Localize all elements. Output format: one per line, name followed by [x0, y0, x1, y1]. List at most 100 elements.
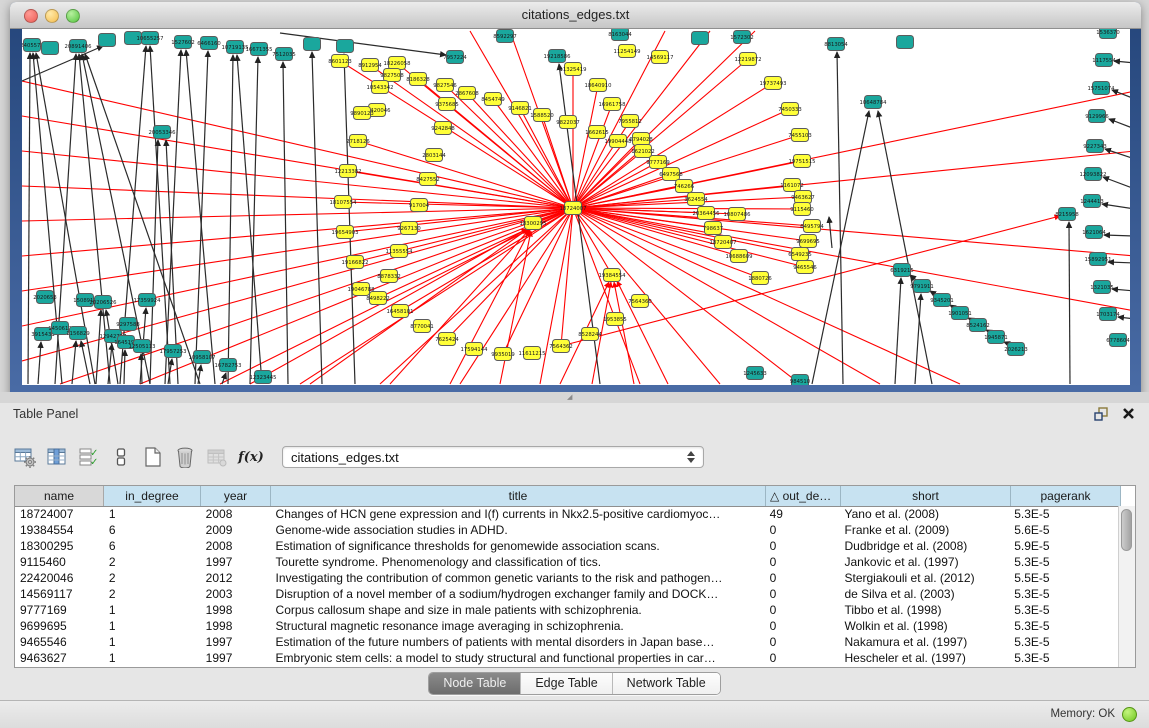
- graph-node[interactable]: 1321035: [1090, 281, 1114, 294]
- graph-node[interactable]: 1953855: [603, 313, 627, 326]
- close-panel-icon[interactable]: [1122, 407, 1135, 420]
- graph-edge[interactable]: [344, 54, 355, 384]
- table-cell[interactable]: Hescheler et al. (1997): [840, 651, 1010, 665]
- table-cell[interactable]: 5.9E-5: [1009, 539, 1119, 553]
- graph-node[interactable]: 3624554: [684, 193, 708, 206]
- graph-edge[interactable]: [1112, 289, 1130, 291]
- graph-node[interactable]: 12213382: [335, 165, 362, 178]
- merge-tables-icon[interactable]: [106, 442, 136, 472]
- graph-node[interactable]: 1161072: [780, 179, 804, 192]
- graph-node[interactable]: [897, 36, 914, 49]
- table-cell[interactable]: 6: [104, 539, 201, 553]
- graph-node[interactable]: 9827546: [433, 79, 457, 92]
- graph-node[interactable]: 1901051: [948, 307, 972, 320]
- graph-node[interactable]: 8524162: [966, 319, 990, 332]
- table-cell[interactable]: 0: [765, 587, 840, 601]
- column-header-out_de[interactable]: △ out_de…: [766, 486, 841, 506]
- table-cell[interactable]: Genome-wide association studies in ADHD.: [271, 523, 765, 537]
- graph-node[interactable]: [99, 34, 116, 47]
- graph-node[interactable]: 9375685: [435, 98, 459, 111]
- graph-node[interactable]: 9463627: [791, 191, 815, 204]
- graph-node[interactable]: 9465546: [793, 261, 817, 274]
- graph-node[interactable]: 7564360: [628, 295, 652, 308]
- graph-edge[interactable]: [1102, 204, 1130, 209]
- float-panel-icon[interactable]: [1094, 407, 1109, 421]
- graph-node[interactable]: 8592297: [493, 30, 517, 43]
- graph-node[interactable]: 16961758: [599, 98, 627, 111]
- graph-node[interactable]: 17359924: [134, 294, 162, 307]
- graph-node[interactable]: 1588520: [530, 109, 554, 122]
- graph-node[interactable]: 2026213: [1004, 343, 1028, 356]
- column-header-short[interactable]: short: [841, 486, 1011, 506]
- graph-edge[interactable]: [22, 208, 573, 221]
- graph-node[interactable]: [692, 32, 709, 45]
- table-cell[interactable]: Jankovic et al. (1997): [840, 555, 1010, 569]
- table-cell[interactable]: 5.5E-5: [1009, 571, 1119, 585]
- table-cell[interactable]: 5.3E-5: [1009, 587, 1119, 601]
- table-selector-dropdown[interactable]: citations_edges.txt: [282, 446, 704, 468]
- graph-edge[interactable]: [573, 208, 880, 384]
- window-titlebar[interactable]: citations_edges.txt: [10, 2, 1141, 29]
- graph-node[interactable]: 7957224: [443, 51, 467, 64]
- select-rows-icon[interactable]: ✓ ✓: [74, 442, 104, 472]
- table-cell[interactable]: 0: [765, 619, 840, 633]
- table-cell[interactable]: 1998: [201, 603, 271, 617]
- graph-node[interactable]: 10719135: [222, 41, 249, 54]
- table-cell[interactable]: Embryonic stem cells: a model to study s…: [271, 651, 765, 665]
- graph-node[interactable]: 8878332: [377, 270, 401, 283]
- table-cell[interactable]: 1: [104, 619, 201, 633]
- table-cell[interactable]: 1997: [201, 635, 271, 649]
- graph-node[interactable]: 11254149: [614, 45, 641, 58]
- graph-node[interactable]: 8770041: [410, 320, 434, 333]
- table-cell[interactable]: 49: [765, 507, 840, 521]
- table-row[interactable]: 1830029562008Estimation of significance …: [15, 538, 1119, 554]
- graph-node[interactable]: 19218586: [544, 50, 572, 63]
- graph-node[interactable]: 746266: [674, 180, 695, 193]
- table-cell[interactable]: 18724007: [15, 507, 104, 521]
- table-cell[interactable]: Franke et al. (2009): [840, 523, 1010, 537]
- graph-edge[interactable]: [1103, 177, 1130, 189]
- graph-edge[interactable]: [829, 217, 832, 248]
- table-cell[interactable]: 1: [104, 507, 201, 521]
- graph-edge[interactable]: [614, 282, 634, 384]
- graph-node[interactable]: 1945871: [984, 331, 1008, 344]
- table-cell[interactable]: Stergiakouli et al. (2012): [840, 571, 1010, 585]
- graph-node[interactable]: 1156829: [66, 327, 90, 340]
- graph-node[interactable]: 7564362: [549, 340, 573, 353]
- graph-edge[interactable]: [1118, 317, 1130, 319]
- graph-node[interactable]: 1117554: [1092, 54, 1116, 67]
- graph-node[interactable]: 11355554: [386, 245, 414, 258]
- table-cell[interactable]: 5.6E-5: [1009, 523, 1119, 537]
- graph-node[interactable]: 8215958: [1055, 208, 1079, 221]
- graph-node[interactable]: 11325419: [560, 63, 587, 76]
- graph-edge[interactable]: [1112, 90, 1130, 99]
- table-cell[interactable]: 2008: [201, 539, 271, 553]
- table-cell[interactable]: 2: [104, 571, 201, 585]
- graph-edge[interactable]: [228, 55, 233, 384]
- graph-edge[interactable]: [573, 208, 1130, 311]
- graph-node[interactable]: 917004: [409, 199, 430, 212]
- graph-node[interactable]: 14569117: [647, 51, 674, 64]
- table-cell[interactable]: 9777169: [15, 603, 104, 617]
- graph-node[interactable]: 1536370: [1096, 29, 1120, 39]
- graph-edge[interactable]: [124, 350, 125, 384]
- graph-node[interactable]: 12219872: [735, 53, 762, 66]
- table-cell[interactable]: 22420046: [15, 571, 104, 585]
- graph-node[interactable]: 6497568: [659, 168, 683, 181]
- graph-node[interactable]: 9890123: [350, 107, 374, 120]
- graph-node[interactable]: 8601123: [328, 55, 352, 68]
- graph-node[interactable]: 1572302: [730, 31, 754, 44]
- graph-node[interactable]: 8528244: [578, 328, 602, 341]
- table-cell[interactable]: 9465546: [15, 635, 104, 649]
- graph-edge[interactable]: [1109, 119, 1130, 129]
- graph-edge[interactable]: [38, 342, 41, 384]
- table-cell[interactable]: Tibbo et al. (1998): [840, 603, 1010, 617]
- table-row[interactable]: 969969511998Structural magnetic resonanc…: [15, 618, 1119, 634]
- graph-edge[interactable]: [358, 141, 573, 208]
- graph-node[interactable]: 2803144: [422, 149, 446, 162]
- table-cell[interactable]: 6: [104, 523, 201, 537]
- graph-node[interactable]: 9822037: [556, 116, 580, 129]
- graph-node[interactable]: 15892951: [1085, 253, 1112, 266]
- table-cell[interactable]: 5.3E-5: [1009, 603, 1119, 617]
- table-cell[interactable]: 9699695: [15, 619, 104, 633]
